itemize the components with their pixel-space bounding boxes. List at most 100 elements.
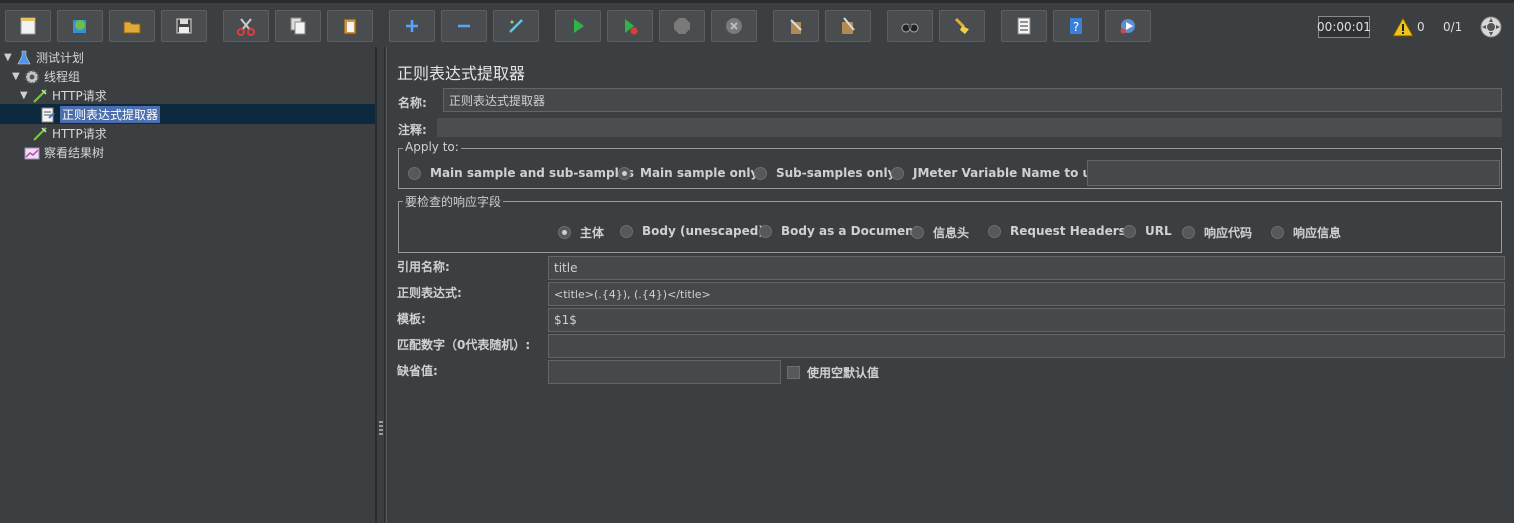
radio-dot[interactable] bbox=[1271, 226, 1284, 239]
http-sampler-icon bbox=[32, 88, 50, 104]
radio-jmeter-variable[interactable]: JMeter Variable Name to use bbox=[891, 166, 1106, 180]
expand-toggle-icon[interactable]: ▼ bbox=[20, 90, 32, 101]
tree-item-http-request-2[interactable]: HTTP请求 bbox=[20, 124, 107, 143]
templates-button[interactable] bbox=[57, 10, 103, 42]
name-field[interactable]: 正则表达式提取器 bbox=[443, 88, 1502, 112]
collapse-icon bbox=[458, 24, 470, 28]
checkbox-box[interactable] bbox=[787, 366, 800, 379]
cut-button[interactable] bbox=[223, 10, 269, 42]
tree-item-label: 察看结果树 bbox=[44, 146, 105, 160]
copy-icon bbox=[290, 17, 306, 35]
new-button[interactable] bbox=[5, 10, 51, 42]
tree-item-http-request[interactable]: ▼ HTTP请求 bbox=[20, 86, 107, 105]
comment-field[interactable] bbox=[437, 118, 1502, 137]
tree-item-thread-group[interactable]: ▼ 线程组 bbox=[12, 67, 80, 86]
stop-button[interactable] bbox=[659, 10, 705, 42]
start-no-pauses-button[interactable] bbox=[607, 10, 653, 42]
reference-name-label: 引用名称: bbox=[397, 260, 450, 274]
radio-request-headers[interactable]: Request Headers bbox=[988, 224, 1126, 238]
test-plan-icon bbox=[16, 50, 34, 66]
radio-body-unescaped[interactable]: Body (unescaped) bbox=[620, 224, 764, 238]
remote-start-button[interactable] bbox=[1105, 10, 1151, 42]
new-icon bbox=[20, 17, 36, 35]
reference-name-input[interactable]: title bbox=[548, 256, 1505, 280]
collapse-all-button[interactable] bbox=[441, 10, 487, 42]
radio-body[interactable]: 主体 bbox=[558, 224, 604, 241]
match-no-input[interactable] bbox=[548, 334, 1505, 358]
clear-all-button[interactable] bbox=[825, 10, 871, 42]
reset-search-button[interactable] bbox=[939, 10, 985, 42]
start-no-pauses-icon bbox=[625, 19, 638, 35]
radio-url[interactable]: URL bbox=[1123, 224, 1172, 238]
tree-item-test-plan[interactable]: ▼ 测试计划 bbox=[4, 48, 84, 67]
panel-splitter[interactable] bbox=[376, 47, 385, 523]
radio-dot[interactable] bbox=[1123, 224, 1136, 238]
help-icon: ? bbox=[1070, 18, 1082, 34]
radio-dot[interactable] bbox=[891, 166, 904, 180]
template-input[interactable]: $1$ bbox=[548, 308, 1505, 332]
radio-dot[interactable] bbox=[754, 166, 767, 180]
expand-toggle-icon[interactable]: ▼ bbox=[4, 52, 16, 63]
svg-text:?: ? bbox=[1073, 20, 1079, 34]
radio-dot[interactable] bbox=[911, 226, 924, 239]
tree-item-label: 正则表达式提取器 bbox=[60, 106, 161, 123]
save-icon bbox=[176, 18, 192, 34]
remote-start-icon bbox=[1120, 19, 1135, 34]
active-threads: 0/1 bbox=[1443, 20, 1463, 34]
radio-response-headers[interactable]: 信息头 bbox=[911, 224, 969, 241]
radio-dot[interactable] bbox=[759, 224, 772, 238]
expand-toggle-icon[interactable]: ▼ bbox=[12, 71, 24, 82]
paste-button[interactable] bbox=[327, 10, 373, 42]
function-helper-button[interactable] bbox=[1001, 10, 1047, 42]
shutdown-icon bbox=[726, 18, 742, 34]
log-viewer-icon[interactable] bbox=[1480, 16, 1502, 38]
elapsed-timer: 00:00:01 bbox=[1317, 16, 1371, 38]
search-button[interactable] bbox=[887, 10, 933, 42]
templates-icon bbox=[73, 20, 86, 33]
shutdown-button[interactable] bbox=[711, 10, 757, 42]
radio-dot[interactable] bbox=[408, 166, 421, 180]
regex-label: 正则表达式: bbox=[397, 286, 462, 300]
radio-dot[interactable] bbox=[620, 224, 633, 238]
radio-dot[interactable] bbox=[988, 224, 1001, 238]
radio-body-as-document[interactable]: Body as a Document bbox=[759, 224, 919, 238]
save-button[interactable] bbox=[161, 10, 207, 42]
regex-input[interactable]: <title>(.{4}), (.{4})</title> bbox=[548, 282, 1505, 306]
tree-item-label: 线程组 bbox=[44, 70, 81, 84]
splitter-grip-icon[interactable] bbox=[379, 421, 383, 437]
template-label: 模板: bbox=[397, 312, 426, 326]
expand-all-button[interactable] bbox=[389, 10, 435, 42]
help-button[interactable]: ? bbox=[1053, 10, 1099, 42]
name-label: 名称: bbox=[398, 96, 427, 110]
radio-response-message[interactable]: 响应信息 bbox=[1271, 224, 1341, 241]
radio-sub-only[interactable]: Sub-samples only bbox=[754, 166, 895, 180]
tree-item-regex-extractor[interactable]: 正则表达式提取器 bbox=[40, 105, 161, 124]
default-value-input[interactable] bbox=[548, 360, 781, 384]
radio-main-and-sub[interactable]: Main sample and sub-samples bbox=[408, 166, 634, 180]
warning-icon[interactable] bbox=[1392, 17, 1414, 37]
open-icon bbox=[123, 21, 141, 34]
use-empty-default-checkbox[interactable]: 使用空默认值 bbox=[787, 364, 879, 381]
clear-button[interactable] bbox=[773, 10, 819, 42]
toggle-button[interactable] bbox=[493, 10, 539, 42]
start-icon bbox=[574, 19, 584, 33]
radio-dot[interactable] bbox=[1182, 226, 1195, 239]
jmeter-variable-input[interactable] bbox=[1087, 160, 1500, 186]
radio-dot-selected[interactable] bbox=[558, 226, 571, 239]
thread-group-icon bbox=[24, 69, 42, 85]
field-to-check-legend: 要检查的响应字段 bbox=[403, 193, 504, 210]
apply-to-legend: Apply to: bbox=[403, 140, 461, 154]
comment-label: 注释: bbox=[398, 123, 427, 137]
radio-response-code[interactable]: 响应代码 bbox=[1182, 224, 1252, 241]
radio-main-only[interactable]: Main sample only bbox=[618, 166, 758, 180]
start-button[interactable] bbox=[555, 10, 601, 42]
toggle-icon bbox=[509, 19, 523, 33]
reset-search-icon bbox=[954, 17, 969, 34]
radio-dot-selected[interactable] bbox=[618, 166, 631, 180]
default-value-label: 缺省值: bbox=[397, 364, 438, 378]
tree-item-view-results-tree[interactable]: 察看结果树 bbox=[12, 143, 104, 162]
copy-button[interactable] bbox=[275, 10, 321, 42]
open-button[interactable] bbox=[109, 10, 155, 42]
test-plan-tree: ▼ 测试计划 ▼ 线程组 ▼ HTTP请求 正则表达式提取器 HTTP请求 察看… bbox=[0, 47, 376, 523]
clear-all-icon bbox=[842, 17, 855, 34]
